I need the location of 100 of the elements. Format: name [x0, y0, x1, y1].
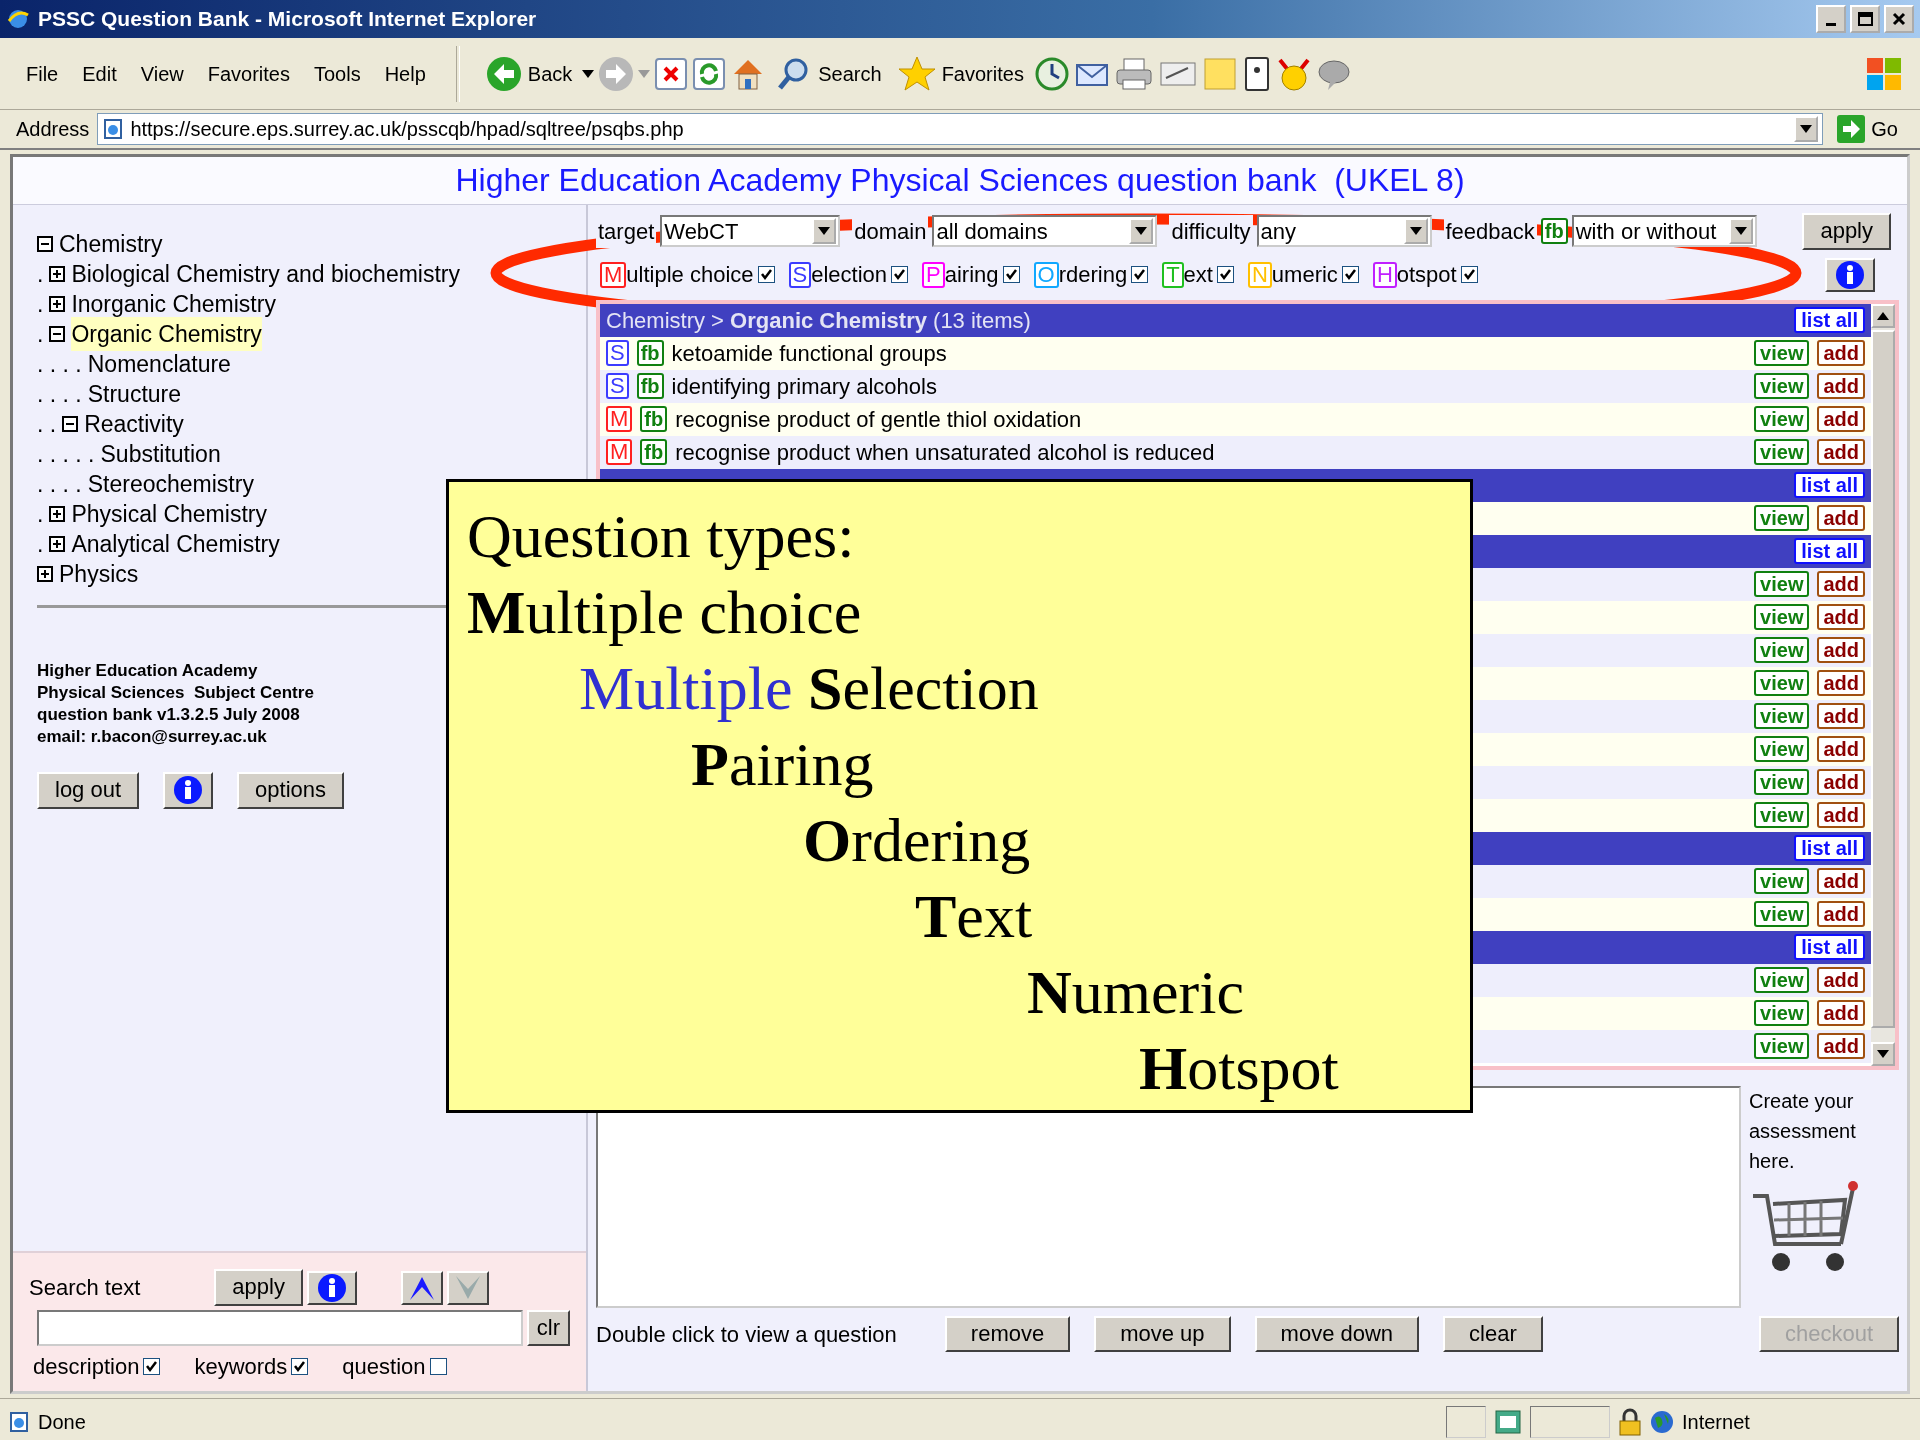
checkbox[interactable]	[291, 1358, 309, 1375]
maximize-button[interactable]	[1850, 5, 1880, 33]
add-button[interactable]: add	[1817, 637, 1865, 664]
add-button[interactable]: add	[1817, 1033, 1865, 1060]
tree-dots: . .	[37, 409, 57, 439]
add-button[interactable]: add	[1817, 967, 1865, 994]
options-button[interactable]: options	[237, 772, 344, 809]
history-icon[interactable]	[1033, 55, 1070, 92]
action-button[interactable]: move up	[1094, 1315, 1231, 1353]
view-button[interactable]: view	[1754, 571, 1810, 598]
add-button[interactable]: add	[1817, 769, 1865, 796]
previous-button[interactable]	[400, 1270, 443, 1305]
view-button[interactable]: view	[1754, 406, 1810, 433]
view-button[interactable]: view	[1754, 604, 1810, 631]
scroll-up-icon[interactable]	[1877, 311, 1889, 320]
scroll-down-icon[interactable]	[1877, 1049, 1889, 1058]
add-button[interactable]: add	[1817, 505, 1865, 532]
add-button[interactable]: add	[1817, 1000, 1865, 1027]
view-button[interactable]: view	[1754, 439, 1810, 466]
view-button[interactable]: view	[1754, 1000, 1810, 1027]
menu-item[interactable]: View	[130, 58, 194, 89]
question-title[interactable]: ketoamide functional groups	[671, 336, 947, 370]
list-all-button[interactable]: list all	[1794, 307, 1865, 334]
view-button[interactable]: view	[1754, 967, 1810, 994]
add-button[interactable]: add	[1817, 868, 1865, 895]
close-button[interactable]	[1884, 5, 1914, 33]
address-field[interactable]: https://secure.eps.surrey.ac.uk/psscqb/hpad/sqltree/psqbs.php	[97, 113, 1824, 145]
view-button[interactable]: view	[1754, 505, 1810, 532]
add-button[interactable]: add	[1817, 670, 1865, 697]
view-button[interactable]: view	[1754, 901, 1810, 928]
list-all-button[interactable]: list all	[1794, 472, 1865, 499]
add-button[interactable]: add	[1817, 340, 1865, 367]
view-button[interactable]: view	[1754, 373, 1810, 400]
view-button[interactable]: view	[1754, 340, 1810, 367]
view-button[interactable]: view	[1754, 637, 1810, 664]
view-button[interactable]: view	[1754, 1033, 1810, 1060]
view-button[interactable]: view	[1754, 769, 1810, 796]
add-button[interactable]: add	[1817, 571, 1865, 598]
collapse-icon[interactable]	[49, 326, 66, 342]
view-button[interactable]: view	[1754, 670, 1810, 697]
apply-button[interactable]: apply	[214, 1269, 303, 1306]
tree-dots: .	[37, 529, 44, 559]
menu-item[interactable]: Tools	[303, 58, 371, 89]
dropdown-button[interactable]	[1794, 116, 1819, 142]
add-button[interactable]: add	[1817, 604, 1865, 631]
info-button[interactable]	[163, 772, 214, 809]
action-button[interactable]: remove	[944, 1315, 1071, 1353]
info-button[interactable]	[306, 1270, 357, 1305]
tree-item[interactable]: Organic Chemistry	[71, 316, 262, 352]
zone-text: Internet	[1682, 1409, 1751, 1435]
menu-item[interactable]: Help	[374, 58, 436, 89]
view-button[interactable]: view	[1754, 736, 1810, 763]
action-button[interactable]: clear	[1443, 1315, 1543, 1353]
collapse-icon[interactable]	[37, 236, 53, 252]
dropdown-arrow-icon[interactable]	[582, 69, 595, 78]
menu-item[interactable]: Favorites	[197, 58, 300, 89]
favorites-button[interactable]: Favorites	[891, 55, 1030, 92]
add-button[interactable]: add	[1817, 703, 1865, 730]
list-all-button[interactable]: list all	[1794, 538, 1865, 565]
question-title[interactable]: recognise product of gentle thiol oxidation	[675, 402, 1082, 436]
add-button[interactable]: add	[1817, 736, 1865, 763]
info-icon	[1835, 259, 1865, 290]
collapse-icon[interactable]	[62, 416, 79, 432]
stop-icon[interactable]	[654, 56, 689, 91]
next-button[interactable]	[446, 1270, 489, 1305]
add-button[interactable]: add	[1817, 901, 1865, 928]
clear-search-button[interactable]: clr	[526, 1310, 570, 1346]
view-button[interactable]: view	[1754, 868, 1810, 895]
apply-button[interactable]: apply	[1802, 213, 1891, 250]
printer-icon[interactable]	[1113, 55, 1154, 92]
expand-icon[interactable]	[49, 506, 66, 522]
expand-icon[interactable]	[49, 536, 66, 552]
list-all-button[interactable]: list all	[1794, 934, 1865, 961]
expand-icon[interactable]	[49, 266, 66, 282]
status-text: Done	[38, 1409, 86, 1435]
action-button[interactable]: move down	[1254, 1315, 1420, 1353]
scrollbar[interactable]	[1871, 303, 1895, 1066]
expand-icon[interactable]	[37, 566, 53, 582]
info-button[interactable]	[1825, 257, 1875, 292]
add-button[interactable]: add	[1817, 373, 1865, 400]
question-title[interactable]: identifying primary alcohols	[671, 369, 937, 403]
logout-button[interactable]: log out	[37, 772, 140, 809]
checkbox[interactable]	[143, 1358, 161, 1375]
minimize-button[interactable]	[1816, 5, 1846, 33]
menu-item[interactable]: File	[16, 58, 69, 89]
checkbox[interactable]	[429, 1358, 447, 1375]
add-button[interactable]: add	[1817, 802, 1865, 829]
menu-item[interactable]: Edit	[72, 58, 127, 89]
view-button[interactable]: view	[1754, 802, 1810, 829]
list-all-button[interactable]: list all	[1794, 835, 1865, 862]
expand-icon[interactable]	[49, 296, 66, 312]
view-button[interactable]: view	[1754, 703, 1810, 730]
go-button[interactable]: Go	[1831, 114, 1904, 144]
search-field[interactable]	[37, 1310, 523, 1346]
add-button[interactable]: add	[1817, 439, 1865, 466]
add-button[interactable]: add	[1817, 406, 1865, 433]
question-title[interactable]: recognise product when unsaturated alcohol is reduced	[675, 435, 1215, 469]
back-button[interactable]: Back	[479, 55, 579, 92]
refresh-icon[interactable]	[692, 56, 727, 91]
search-button[interactable]: Search	[770, 55, 888, 92]
